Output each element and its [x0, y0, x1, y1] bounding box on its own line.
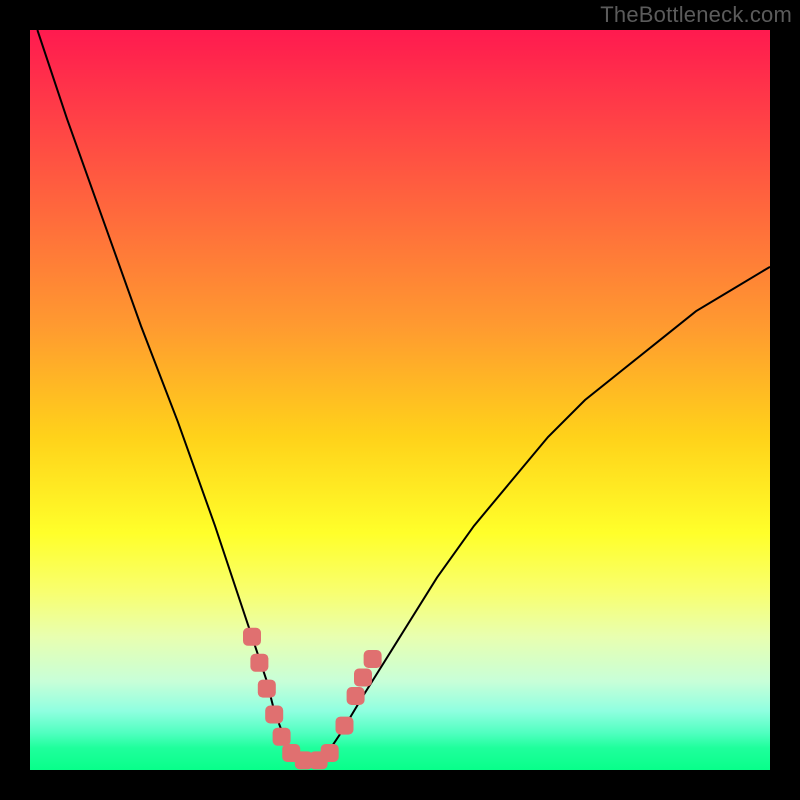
bottleneck-curve — [37, 30, 770, 763]
plot-area — [30, 30, 770, 770]
curve-marker — [354, 669, 372, 687]
watermark-text: TheBottleneck.com — [600, 2, 792, 28]
marker-group — [243, 628, 382, 770]
curve-marker — [243, 628, 261, 646]
curve-marker — [364, 650, 382, 668]
chart-svg — [30, 30, 770, 770]
curve-marker — [250, 654, 268, 672]
curve-marker — [273, 728, 291, 746]
curve-marker — [321, 744, 339, 762]
curve-marker — [265, 706, 283, 724]
curve-marker — [258, 680, 276, 698]
curve-marker — [347, 687, 365, 705]
curve-marker — [336, 717, 354, 735]
chart-frame: TheBottleneck.com — [0, 0, 800, 800]
